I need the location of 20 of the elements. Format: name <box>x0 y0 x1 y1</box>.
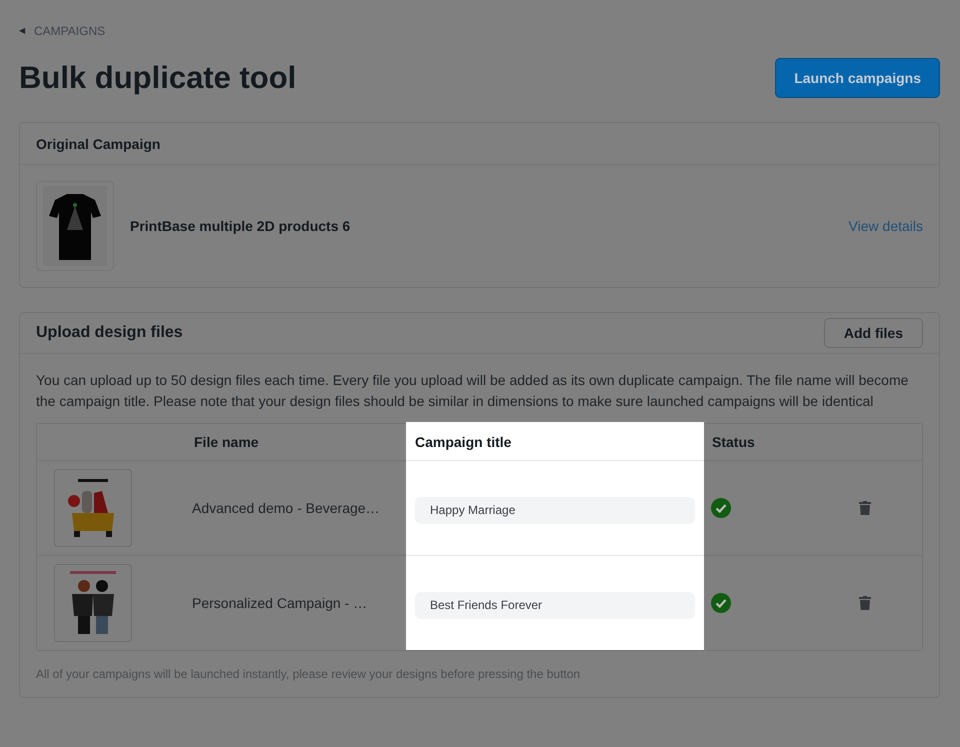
check-circle-icon <box>711 593 731 613</box>
add-files-button[interactable]: Add files <box>824 318 923 348</box>
breadcrumb-label: CAMPAIGNS <box>34 24 106 38</box>
page-title: Bulk duplicate tool <box>19 60 296 96</box>
card-title: Original Campaign <box>36 136 160 152</box>
card-title: Upload design files <box>36 324 183 342</box>
upload-description: You can upload up to 50 design files each time. Every file you upload will be added as its own duplicate campaign. The file name will become the campaign title. Please note that your design files should be similar in dimensions to make sure launched campaigns will be identical <box>35 371 910 411</box>
back-link[interactable]: ◀ CAMPAIGNS <box>19 24 106 38</box>
launch-campaigns-button[interactable]: Launch campaigns <box>775 58 940 98</box>
campaign-title-field[interactable]: Best Friends Forever <box>415 592 695 618</box>
file-name: Personalized Campaign - … <box>192 595 368 611</box>
campaign-title-field[interactable]: Happy Marriage <box>415 496 695 524</box>
trash-icon[interactable] <box>859 501 871 515</box>
back-arrow-icon: ◀ <box>19 26 25 35</box>
file-name: Advanced demo - Beverage… <box>192 500 380 516</box>
trash-icon[interactable] <box>859 596 871 610</box>
check-circle-icon <box>711 498 731 518</box>
column-header: Status <box>704 424 859 461</box>
column-header: Campaign title <box>406 422 704 461</box>
campaign-name: PrintBase multiple 2D products 6 <box>130 218 352 234</box>
